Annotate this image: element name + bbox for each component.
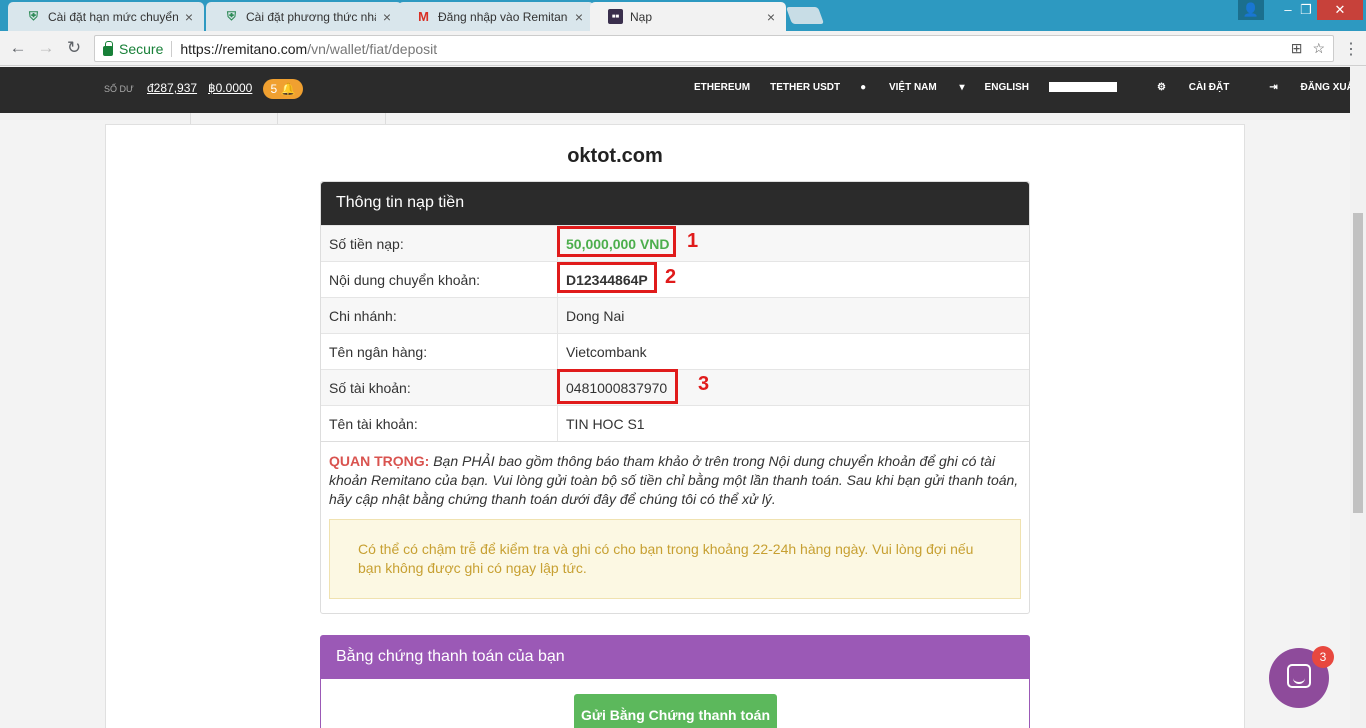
scrollbar-thumb[interactable] (1353, 213, 1363, 513)
account-name: TIN HOC S1 (566, 416, 645, 432)
bank-name: Vietcombank (566, 344, 647, 360)
row-label: Số tài khoản: (321, 370, 558, 405)
tab-title: Cài đặt phương thức nhậ (246, 9, 376, 24)
bookmark-star-icon[interactable]: ☆ (1312, 40, 1325, 57)
nav-language-region[interactable]: ● VIỆT NAM ▾ (860, 82, 964, 93)
gear-icon: ⚙ (1157, 82, 1169, 93)
tab-title: Cài đặt hạn mức chuyển (48, 9, 178, 24)
secure-label: Secure (119, 40, 164, 57)
nav-region-label: VIỆT NAM (888, 82, 937, 93)
payment-proof-panel: Bằng chứng thanh toán của bạn Gửi Bằng C… (320, 635, 1030, 728)
window-close-icon[interactable]: ✕ (1317, 0, 1363, 20)
close-tab-icon[interactable]: × (572, 9, 586, 25)
nav-settings-label: CÀI ĐẶT (1188, 82, 1230, 93)
balance-vnd-link[interactable]: đ287,937 (147, 81, 197, 95)
shield-icon: ⛨ (28, 9, 38, 23)
browser-tab-4[interactable]: ■■ Nạp × (590, 2, 786, 31)
gmail-icon: M (418, 9, 429, 24)
bell-icon: 🔔 (280, 82, 296, 96)
user-profile-icon[interactable]: 👤 (1238, 0, 1264, 20)
browser-tab-2[interactable]: ⛨ Cài đặt phương thức nhậ × (206, 2, 402, 31)
watermark-title: oktot.com (567, 145, 663, 167)
logout-icon: ⇥ (1269, 82, 1281, 93)
nav-settings[interactable]: ⚙ CÀI ĐẶT (1157, 82, 1249, 93)
back-arrow-icon[interactable]: ← (8, 38, 28, 58)
new-tab-button[interactable] (785, 7, 825, 24)
nav-tether-usdt[interactable]: TETHER USDT (770, 82, 840, 93)
annotation-number-1: 1 (687, 230, 699, 252)
browser-tab-strip: ⛨ Cài đặt hạn mức chuyển × ⛨ Cài đặt phư… (0, 0, 1366, 31)
wallet-subtabs (190, 113, 386, 124)
site-navbar: SỐ DƯ đ287,937 ฿0.0000 5 🔔 ETHEREUM TETH… (0, 67, 1350, 113)
maximize-icon[interactable]: ❐ (1295, 0, 1317, 20)
close-tab-icon[interactable]: × (380, 9, 394, 25)
close-tab-icon[interactable]: × (764, 9, 778, 25)
nav-ethereum[interactable]: ETHEREUM (694, 82, 750, 93)
bank-branch: Dong Nai (566, 308, 625, 324)
browser-toolbar: ← → ↻ Secure https://remitano.com/vn/wal… (0, 31, 1366, 66)
translate-icon[interactable]: ⊞ (1291, 40, 1303, 57)
divider (171, 40, 173, 57)
highlight-box-reference (557, 262, 657, 293)
highlight-box-amount (557, 226, 676, 257)
important-text: Bạn PHẢI bao gồm thông báo tham khảo ở t… (329, 453, 1019, 507)
highlight-box-account (557, 369, 678, 404)
row-label: Số tiền nạp: (321, 226, 558, 261)
browser-tab-3[interactable]: M Đăng nhập vào Remitano × (398, 2, 594, 31)
row-label: Tên ngân hàng: (321, 334, 558, 369)
important-notice: QUAN TRỌNG: Bạn PHẢI bao gồm thông báo t… (321, 441, 1029, 519)
notification-count: 5 (270, 82, 278, 96)
shield-icon: ⛨ (226, 9, 236, 23)
remitano-icon: ■■ (608, 9, 623, 24)
nav-logout[interactable]: ⇥ ĐĂNG XUẤT (1269, 82, 1350, 93)
url-host: https://remitano.com (180, 40, 308, 57)
chat-icon (1287, 664, 1311, 688)
reload-icon[interactable]: ↻ (64, 38, 84, 58)
deposit-row-branch: Chi nhánh: Dong Nai (321, 297, 1029, 333)
globe-icon: ● (860, 82, 869, 93)
row-label: Tên tài khoản: (321, 406, 558, 441)
browser-menu-icon[interactable]: ⋮ (1343, 39, 1359, 59)
delay-warning: Có thể có chậm trễ để kiểm tra và ghi có… (329, 519, 1021, 599)
tab-title: Đăng nhập vào Remitano (438, 9, 568, 24)
nav-english[interactable]: ENGLISH (985, 82, 1029, 93)
tab-title: Nạp (630, 9, 653, 24)
payment-proof-heading: Bằng chứng thanh toán của bạn (321, 636, 1029, 679)
chat-unread-badge: 3 (1312, 646, 1334, 668)
row-label: Nội dung chuyển khoản: (321, 262, 558, 297)
deposit-info-panel: Thông tin nạp tiền Số tiền nạp: 50,000,0… (320, 181, 1030, 614)
browser-tab-1[interactable]: ⛨ Cài đặt hạn mức chuyển × (8, 2, 204, 31)
address-bar[interactable]: Secure https://remitano.com/vn/wallet/fi… (94, 35, 1334, 62)
notifications-button[interactable]: 5 🔔 (263, 79, 303, 99)
deposit-card: oktot.com Thông tin nạp tiền Số tiền nạp… (105, 124, 1245, 728)
url-path: /vn/wallet/fiat/deposit (307, 40, 438, 57)
submit-proof-button[interactable]: Gửi Bằng Chứng thanh toán (574, 694, 777, 728)
nav-logout-label: ĐĂNG XUẤT (1300, 82, 1350, 93)
forward-arrow-icon[interactable]: → (36, 38, 56, 58)
important-label: QUAN TRỌNG: (329, 453, 430, 469)
deposit-info-heading: Thông tin nạp tiền (321, 182, 1029, 225)
deposit-row-account-name: Tên tài khoản: TIN HOC S1 (321, 405, 1029, 441)
annotation-number-2: 2 (665, 266, 677, 288)
balance-label: SỐ DƯ (104, 84, 134, 94)
annotation-number-3: 3 (698, 373, 710, 395)
row-label: Chi nhánh: (321, 298, 558, 333)
page-viewport: SỐ DƯ đ287,937 ฿0.0000 5 🔔 ETHEREUM TETH… (0, 67, 1350, 728)
close-tab-icon[interactable]: × (182, 9, 196, 25)
deposit-row-bank: Tên ngân hàng: Vietcombank (321, 333, 1029, 369)
lock-icon (103, 40, 113, 56)
balance-btc-link[interactable]: ฿0.0000 (208, 81, 252, 95)
nav-username-redacted[interactable] (1049, 82, 1137, 93)
